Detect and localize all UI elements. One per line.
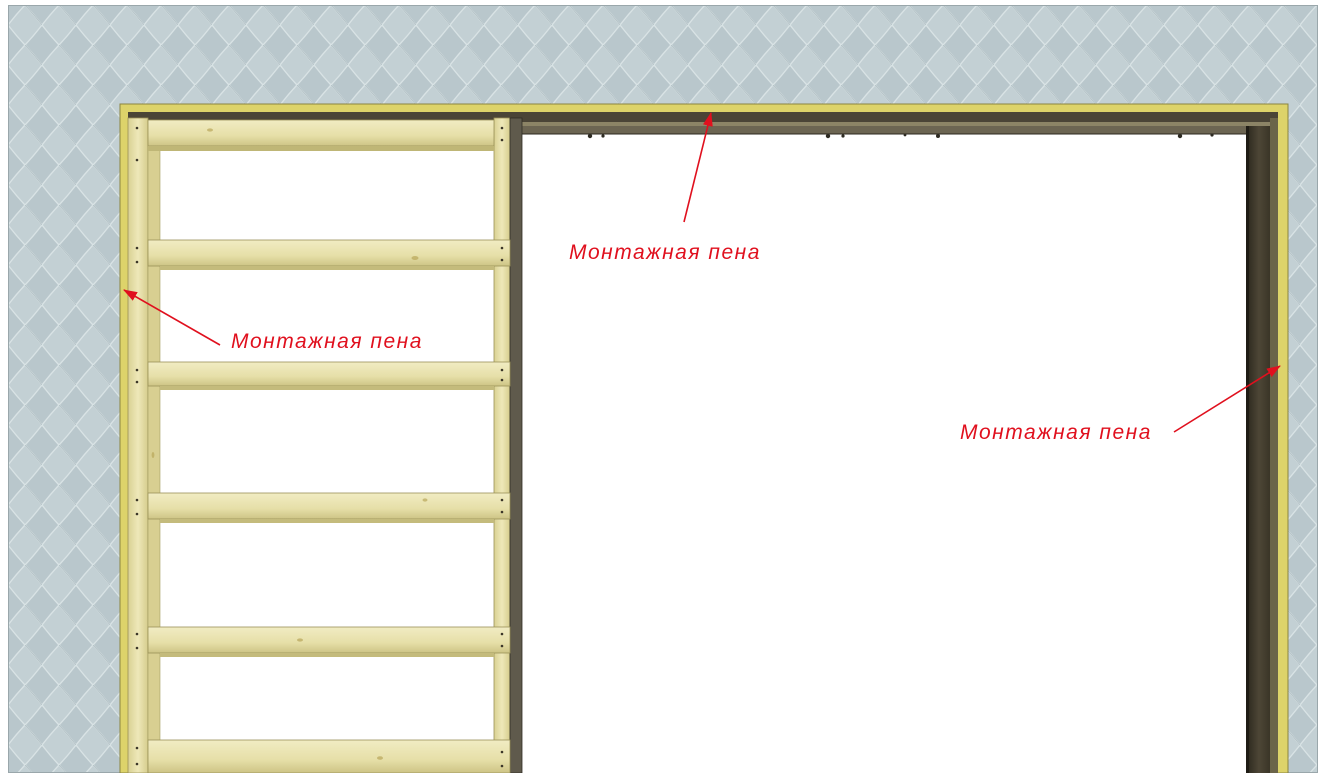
callout-label-left: Монтажная пена (231, 330, 423, 353)
cassette-top-beam (147, 119, 495, 147)
cassette-plate (509, 117, 523, 773)
diagram-canvas: Монтажная пена Монтажная пена Монтажная … (8, 5, 1318, 773)
cassette-post-left (127, 117, 149, 773)
pocket-door-diagram: Монтажная пена Монтажная пена Монтажная … (0, 0, 1318, 773)
cassette-post-right (493, 117, 511, 773)
callout-label-right: Монтажная пена (960, 421, 1152, 444)
right-jamb (1246, 118, 1278, 773)
callout-label-top: Монтажная пена (569, 241, 761, 264)
